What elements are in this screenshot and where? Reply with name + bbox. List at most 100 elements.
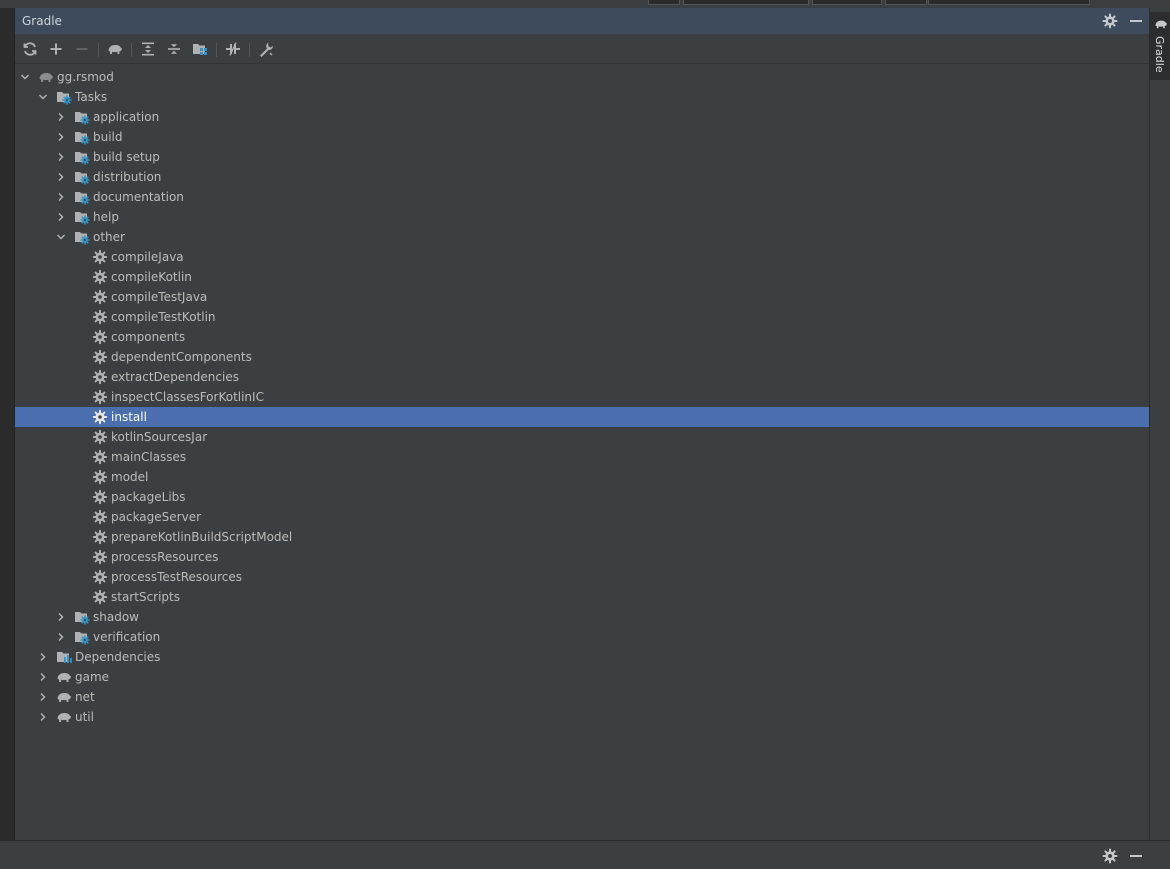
gear-icon (92, 249, 108, 265)
chevron-right-icon[interactable] (56, 131, 66, 142)
tree-node-row[interactable]: util (15, 707, 1149, 727)
gear-icon (92, 509, 108, 525)
tree-item-label: verification (93, 630, 161, 644)
tree-task-row[interactable]: kotlinSourcesJar (15, 427, 1149, 447)
task-folder-icon (74, 209, 90, 225)
tree-task-row[interactable]: inspectClassesForKotlinIC (15, 387, 1149, 407)
tree-item-label: processResources (111, 550, 219, 564)
tree-task-row[interactable]: compileTestJava (15, 287, 1149, 307)
group-modules-icon[interactable] (191, 40, 209, 58)
tree-task-row[interactable]: compileTestKotlin (15, 307, 1149, 327)
chevron-right-icon[interactable] (56, 211, 66, 222)
tree-node-row[interactable]: shadow (15, 607, 1149, 627)
gradle-tab-label: Gradle (1153, 36, 1166, 73)
chevron-right-icon[interactable] (38, 691, 48, 702)
tree-node-row[interactable]: Dependencies (15, 647, 1149, 667)
minimize-icon[interactable] (1128, 848, 1144, 867)
elephant-icon (1154, 18, 1168, 30)
tree-item-label: game (75, 670, 110, 684)
tree-node-row[interactable]: other (15, 227, 1149, 247)
tool-window-header: Gradle (15, 8, 1149, 34)
tree-node-row[interactable]: verification (15, 627, 1149, 647)
panel-title: Gradle (22, 14, 62, 28)
chevron-right-icon[interactable] (38, 671, 48, 682)
tree-task-row[interactable]: packageLibs (15, 487, 1149, 507)
tree-task-row[interactable]: install (15, 407, 1149, 427)
chevron-right-icon[interactable] (56, 191, 66, 202)
tree-item-label: kotlinSourcesJar (111, 430, 208, 444)
chevron-right-icon[interactable] (56, 171, 66, 182)
tree-node-row[interactable]: application (15, 107, 1149, 127)
task-folder-icon (74, 109, 90, 125)
gear-icon (92, 589, 108, 605)
settings-gear-icon[interactable] (1102, 13, 1118, 29)
chevron-right-icon[interactable] (56, 151, 66, 162)
remove-icon[interactable] (73, 40, 91, 58)
execute-task-elephant-icon[interactable] (106, 40, 124, 58)
tree-item-label: help (93, 210, 119, 224)
chevron-right-icon[interactable] (38, 651, 48, 662)
task-folder-icon (74, 629, 90, 645)
chevron-down-icon[interactable] (56, 231, 66, 241)
tree-item-label: build setup (93, 150, 160, 164)
settings-gear-icon[interactable] (1102, 848, 1118, 867)
gradle-tool-window: Gradle gg.rsmod Tasks application build … (15, 8, 1149, 840)
tree-task-row[interactable]: compileKotlin (15, 267, 1149, 287)
elephant-icon (38, 69, 54, 85)
gear-icon (92, 389, 108, 405)
tree-task-row[interactable]: startScripts (15, 587, 1149, 607)
tree-item-label: compileJava (111, 250, 184, 264)
tree-node-row[interactable]: game (15, 667, 1149, 687)
tree-task-row[interactable]: mainClasses (15, 447, 1149, 467)
elephant-icon (56, 709, 72, 725)
task-folder-icon (74, 129, 90, 145)
tree-task-row[interactable]: processResources (15, 547, 1149, 567)
tree-task-row[interactable]: processTestResources (15, 567, 1149, 587)
chevron-down-icon[interactable] (38, 91, 48, 101)
minimize-icon[interactable] (1128, 13, 1144, 29)
gear-icon (92, 269, 108, 285)
tree-node-row[interactable]: net (15, 687, 1149, 707)
tree-item-label: extractDependencies (111, 370, 239, 384)
tree-task-row[interactable]: extractDependencies (15, 367, 1149, 387)
editor-tab-hint (812, 0, 882, 5)
toolbar-separator (131, 43, 132, 57)
gear-icon (92, 449, 108, 465)
tree-node-row[interactable]: documentation (15, 187, 1149, 207)
chevron-right-icon[interactable] (56, 611, 66, 622)
toggle-offline-mode-icon[interactable] (224, 40, 242, 58)
tree-task-row[interactable]: dependentComponents (15, 347, 1149, 367)
add-icon[interactable] (47, 40, 65, 58)
tree-item-label: processTestResources (111, 570, 243, 584)
tree-task-row[interactable]: packageServer (15, 507, 1149, 527)
tree-item-label: components (111, 330, 186, 344)
reload-icon[interactable] (21, 40, 39, 58)
editor-tab-hint (885, 0, 927, 5)
tree-task-row[interactable]: compileJava (15, 247, 1149, 267)
gear-icon (92, 489, 108, 505)
gear-icon (92, 569, 108, 585)
tree-node-row[interactable]: help (15, 207, 1149, 227)
tree-task-row[interactable]: components (15, 327, 1149, 347)
tree-node-row[interactable]: distribution (15, 167, 1149, 187)
gear-icon (92, 349, 108, 365)
tree-node-row[interactable]: build setup (15, 147, 1149, 167)
tree-node-row[interactable]: Tasks (15, 87, 1149, 107)
tree-task-row[interactable]: model (15, 467, 1149, 487)
tree-task-row[interactable]: prepareKotlinBuildScriptModel (15, 527, 1149, 547)
chevron-right-icon[interactable] (56, 111, 66, 122)
tree-node-row[interactable]: gg.rsmod (15, 67, 1149, 87)
tree-item-label: packageServer (111, 510, 202, 524)
chevron-right-icon[interactable] (56, 631, 66, 642)
chevron-right-icon[interactable] (38, 711, 48, 722)
gear-icon (92, 529, 108, 545)
build-tool-settings-wrench-icon[interactable] (257, 40, 275, 58)
tree-node-row[interactable]: build (15, 127, 1149, 147)
collapse-all-icon[interactable] (165, 40, 183, 58)
task-folder-icon (74, 229, 90, 245)
elephant-icon (56, 669, 72, 685)
expand-all-icon[interactable] (139, 40, 157, 58)
tree-item-label: application (93, 110, 160, 124)
gradle-sidebar-tab[interactable]: Gradle (1150, 12, 1170, 80)
chevron-down-icon[interactable] (20, 71, 30, 81)
